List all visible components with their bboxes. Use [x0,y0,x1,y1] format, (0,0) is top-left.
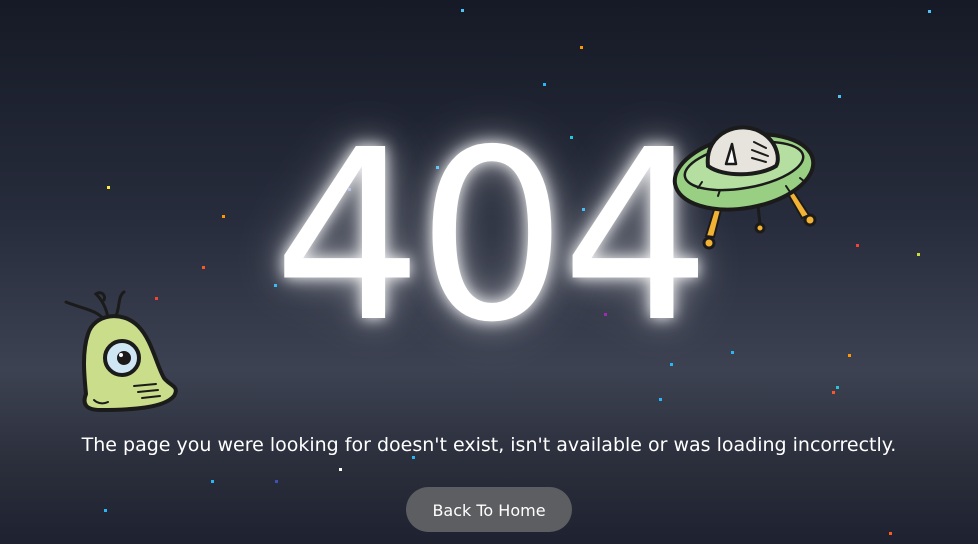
star [104,509,107,512]
ufo-icon [672,125,817,250]
star [211,480,214,483]
star [836,386,839,389]
star [275,480,278,483]
star [889,532,892,535]
star [580,46,583,49]
star [659,398,662,401]
star [461,9,464,12]
back-to-home-button[interactable]: Back To Home [406,487,572,532]
star [543,83,546,86]
error-message: The page you were looking for doesn't ex… [81,434,897,456]
star [339,468,342,471]
star [928,10,931,13]
alien-icon [64,290,178,412]
star [832,391,835,394]
